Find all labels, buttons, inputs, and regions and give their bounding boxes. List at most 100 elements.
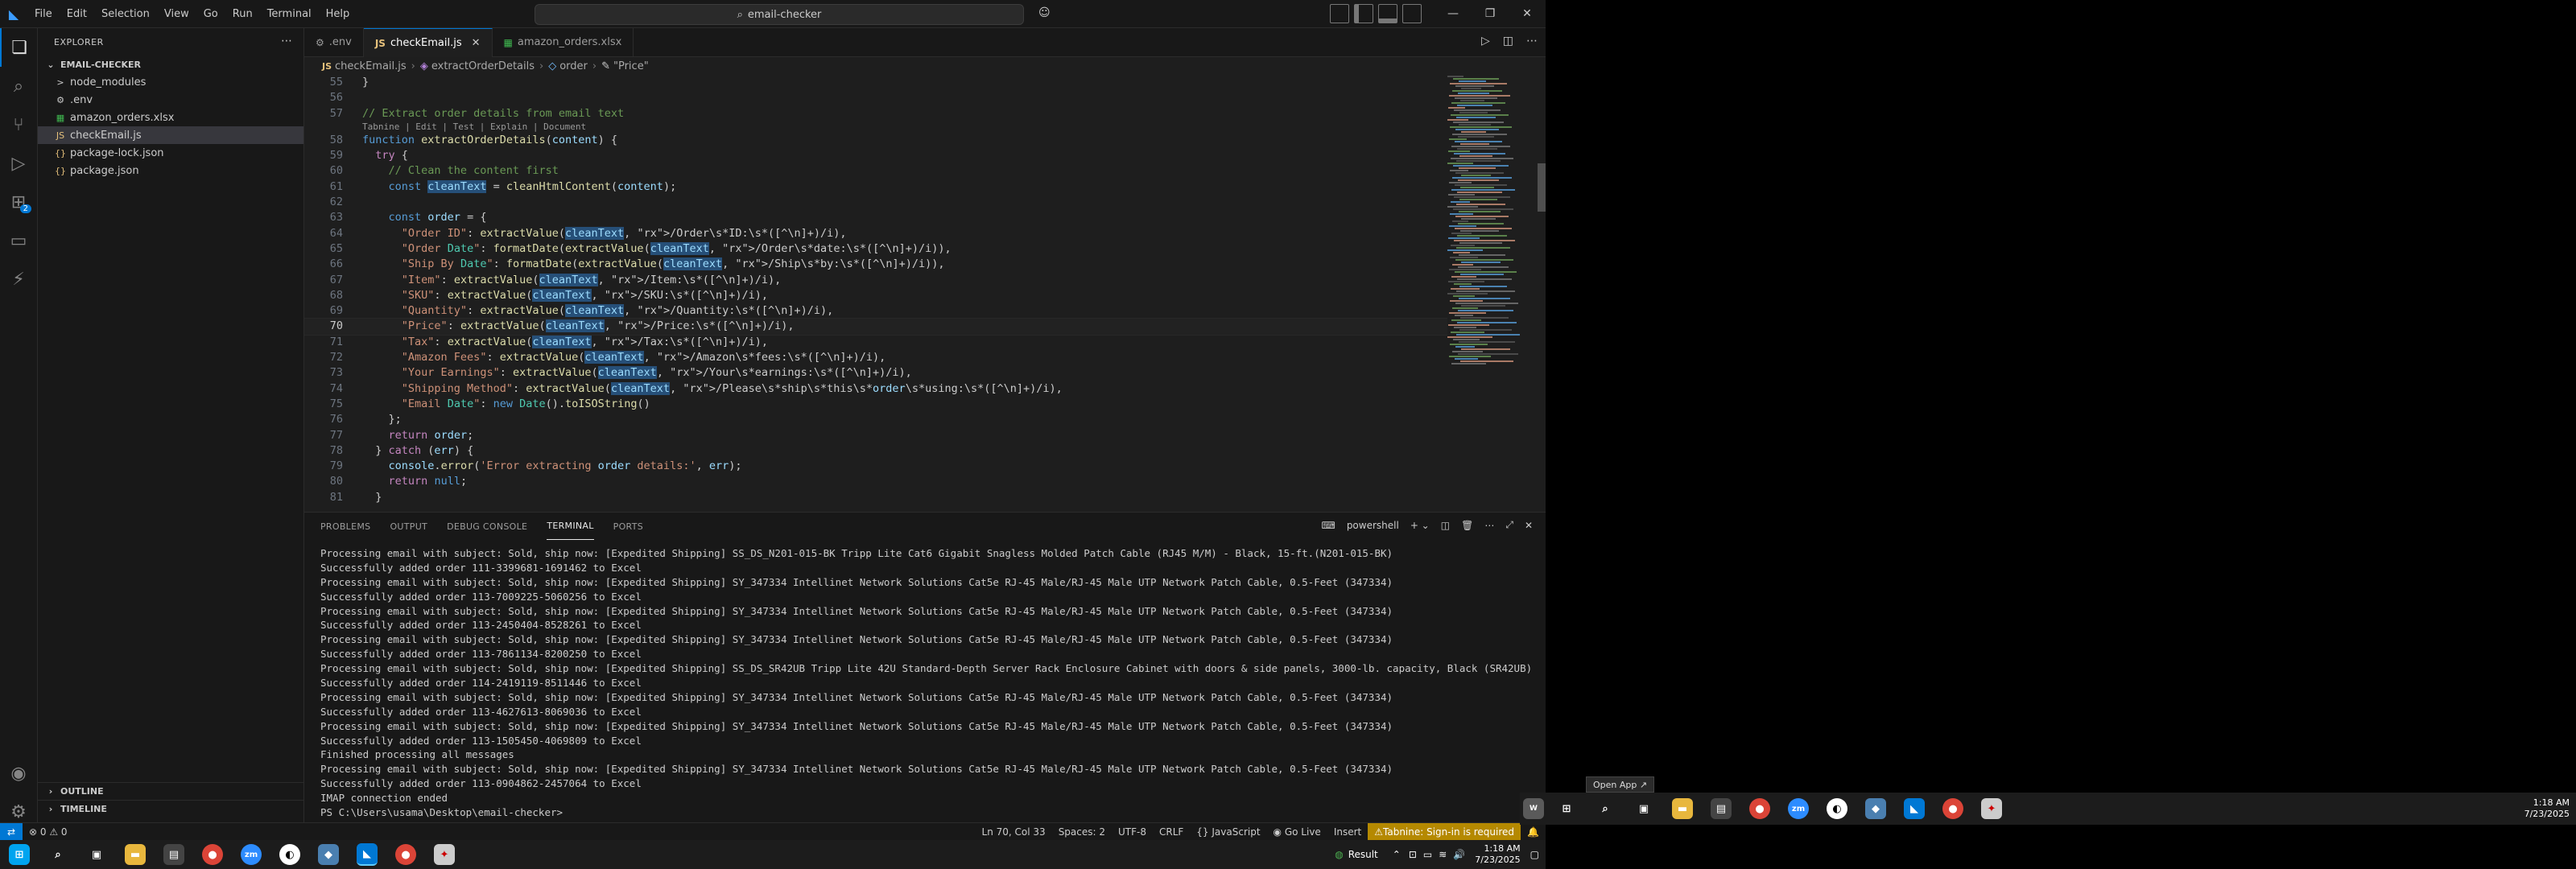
task-view-icon[interactable]: ▣ <box>1633 798 1654 819</box>
close-window-icon[interactable]: ✕ <box>1509 7 1546 20</box>
file-item[interactable]: {} package-lock.json <box>38 144 303 162</box>
editor-scrollbar[interactable] <box>1538 163 1546 212</box>
task-view-icon[interactable]: ▣ <box>86 844 107 865</box>
file-item[interactable]: {} package.json <box>38 162 303 179</box>
app-icon[interactable]: W <box>1523 798 1544 819</box>
battery-icon[interactable]: ▭ <box>1423 849 1432 860</box>
new-terminal-icon[interactable]: + ⌄ <box>1410 520 1430 531</box>
chrome-icon[interactable]: ● <box>202 844 223 865</box>
tabnine-status[interactable]: ⚠ Tabnine: Sign-in is required <box>1368 823 1521 841</box>
problems-indicator[interactable]: ⊗ 0 ⚠ 0 <box>23 826 74 838</box>
menu-file[interactable]: File <box>27 8 60 20</box>
app-icon[interactable]: ◆ <box>1865 798 1886 819</box>
code-line[interactable]: 62 <box>304 195 1447 210</box>
code-line[interactable]: 72 "Amazon Fees": extractValue(cleanText… <box>304 350 1447 365</box>
chrome-icon[interactable]: ● <box>1749 798 1770 819</box>
code-line[interactable]: 68 "SKU": extractValue(cleanText, "rx">/… <box>304 288 1447 303</box>
more-actions-icon[interactable]: ⋯ <box>1526 35 1538 47</box>
zoom-icon[interactable]: zm <box>1788 798 1809 819</box>
tab-checkemail[interactable]: JS checkEmail.js ✕ <box>363 28 493 57</box>
cursor-position[interactable]: Ln 70, Col 33 <box>976 826 1052 838</box>
timeline-section[interactable]: › TIMELINE <box>38 800 303 818</box>
insert-mode[interactable]: Insert <box>1327 826 1368 838</box>
minimize-icon[interactable]: — <box>1435 7 1472 20</box>
code-line[interactable]: 81 } <box>304 490 1447 504</box>
go-live-button[interactable]: ◉ Go Live <box>1267 826 1327 838</box>
notification-icon[interactable]: ▢ <box>1530 849 1539 860</box>
maximize-icon[interactable]: ❐ <box>1472 7 1509 20</box>
command-center-search[interactable]: ⌕ email-checker <box>535 4 1024 25</box>
code-line[interactable]: 74 "Shipping Method": extractValue(clean… <box>304 381 1447 397</box>
taskbar-clock[interactable]: 1:18 AM 7/23/2025 <box>1475 843 1520 866</box>
network-icon[interactable]: ⊡ <box>1409 849 1417 860</box>
app-icon[interactable]: ◐ <box>279 844 300 865</box>
app-icon[interactable]: ◆ <box>318 844 339 865</box>
indentation[interactable]: Spaces: 2 <box>1052 826 1112 838</box>
toggle-secondary-sidebar-icon[interactable] <box>1402 4 1422 23</box>
menu-go[interactable]: Go <box>196 8 225 20</box>
search-icon[interactable]: ⌕ <box>47 844 68 865</box>
tab-ports[interactable]: PORTS <box>613 513 643 540</box>
code-line[interactable]: 56 <box>304 90 1447 105</box>
tray-label[interactable]: Result <box>1348 849 1378 860</box>
search-view-icon[interactable]: ⌕ <box>0 67 37 105</box>
tab-debug-console[interactable]: DEBUG CONSOLE <box>447 513 527 540</box>
codelens-actions[interactable]: Tabnine | Edit | Test | Explain | Docume… <box>304 121 1447 133</box>
encoding[interactable]: UTF-8 <box>1112 826 1153 838</box>
tab-amazon-orders[interactable]: ▦ amazon_orders.xlsx <box>492 28 634 56</box>
notifications-bell-icon[interactable]: 🔔 <box>1521 826 1546 838</box>
tabnine-icon[interactable]: ⚡ <box>0 260 37 299</box>
menu-terminal[interactable]: Terminal <box>260 8 319 20</box>
code-line[interactable]: 78 } catch (err) { <box>304 443 1447 459</box>
run-debug-icon[interactable]: ▷ <box>0 144 37 183</box>
second-taskbar-clock[interactable]: 1:18 AM 7/23/2025 <box>2524 797 2570 820</box>
minimap[interactable] <box>1447 75 1536 504</box>
code-line[interactable]: 60 // Clean the content first <box>304 163 1447 179</box>
layout-customize-icon[interactable] <box>1330 4 1349 23</box>
code-line[interactable]: 76 }; <box>304 412 1447 427</box>
code-line[interactable]: 66 "Ship By Date": formatDate(extractVal… <box>304 257 1447 272</box>
code-line[interactable]: 77 return order; <box>304 428 1447 443</box>
menu-view[interactable]: View <box>157 8 196 20</box>
close-tab-icon[interactable]: ✕ <box>472 37 481 49</box>
code-line[interactable]: 65 "Order Date": formatDate(extractValue… <box>304 241 1447 257</box>
app-icon[interactable]: ✦ <box>1981 798 2002 819</box>
app-icon[interactable]: ✦ <box>434 844 455 865</box>
code-line[interactable]: 63 const order = { <box>304 210 1447 225</box>
terminal-output[interactable]: Processing email with subject: Sold, shi… <box>320 546 1532 820</box>
remote-explorer-icon[interactable]: ▭ <box>0 221 37 260</box>
code-line[interactable]: 80 return null; <box>304 474 1447 489</box>
tab-terminal[interactable]: TERMINAL <box>547 513 594 540</box>
source-control-icon[interactable]: ⑂ <box>0 105 37 144</box>
tab-output[interactable]: OUTPUT <box>390 513 427 540</box>
volume-icon[interactable]: 🔊 <box>1453 849 1465 860</box>
copilot-icon[interactable]: ☺ <box>1038 6 1051 19</box>
run-icon[interactable]: ▷ <box>1481 35 1490 47</box>
code-line[interactable]: 64 "Order ID": extractValue(cleanText, "… <box>304 226 1447 241</box>
code-line[interactable]: 79 console.error('Error extracting order… <box>304 459 1447 474</box>
more-actions-icon[interactable]: ⋯ <box>1484 520 1494 531</box>
menu-edit[interactable]: Edit <box>60 8 94 20</box>
explorer-icon[interactable]: ❏ <box>0 28 37 67</box>
code-line[interactable]: 71 "Tax": extractValue(cleanText, "rx">/… <box>304 335 1447 350</box>
file-item[interactable]: ⚙ .env <box>38 91 303 109</box>
breadcrumb-property[interactable]: "Price" <box>613 60 649 72</box>
wifi-icon[interactable]: ≋ <box>1439 849 1447 860</box>
code-line[interactable]: 67 "Item": extractValue(cleanText, "rx">… <box>304 273 1447 288</box>
outline-section[interactable]: › OUTLINE <box>38 782 303 800</box>
file-item[interactable]: JS checkEmail.js <box>38 126 303 144</box>
file-explorer-icon[interactable]: ▬ <box>1672 798 1693 819</box>
tab-env[interactable]: ⚙ .env <box>304 28 364 56</box>
menu-run[interactable]: Run <box>225 8 260 20</box>
code-line[interactable]: 70 "Price": extractValue(cleanText, "rx"… <box>304 318 1447 336</box>
code-line[interactable]: 61 const cleanText = cleanHtmlContent(co… <box>304 179 1447 195</box>
chrome-icon[interactable]: ● <box>1942 798 1963 819</box>
code-line[interactable]: 69 "Quantity": extractValue(cleanText, "… <box>304 303 1447 319</box>
extensions-icon[interactable]: ⊞ 2 <box>0 183 37 221</box>
file-item[interactable]: ▦ amazon_orders.xlsx <box>38 109 303 126</box>
tab-problems[interactable]: PROBLEMS <box>320 513 370 540</box>
close-panel-icon[interactable]: ✕ <box>1525 520 1533 531</box>
terminal-shell-label[interactable]: powershell <box>1347 520 1399 531</box>
code-editor[interactable]: 55} 56 57// Extract order details from ema… <box>304 75 1447 504</box>
chrome-icon[interactable]: ● <box>395 844 416 865</box>
